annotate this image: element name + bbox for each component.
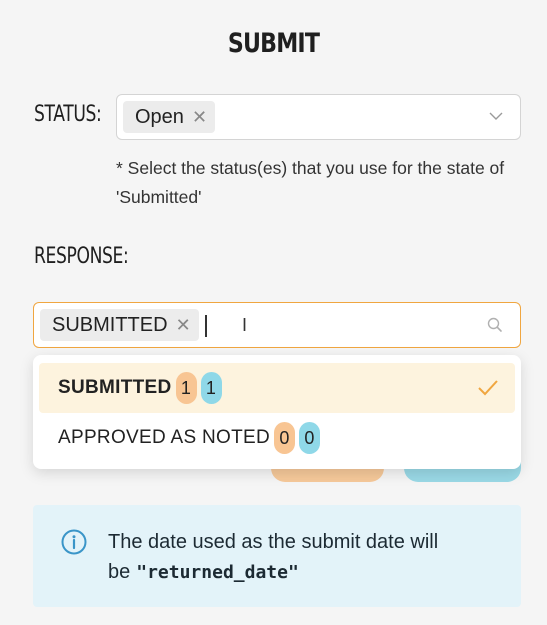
chevron-down-icon[interactable] — [488, 108, 504, 124]
dropdown-option-submitted[interactable]: SUBMITTED 1 1 — [39, 363, 515, 413]
close-icon[interactable]: ✕ — [192, 108, 207, 126]
option-label: SUBMITTED — [58, 377, 172, 398]
count-badge: 1 — [175, 372, 197, 404]
response-dropdown: SUBMITTED 1 1 APPROVED AS NOTED 0 0 — [33, 355, 521, 469]
text-caret — [205, 315, 207, 337]
status-label: STATUS: — [34, 102, 102, 127]
response-tag: SUBMITTED ✕ — [40, 309, 199, 341]
search-icon — [487, 317, 502, 332]
count-badge: 1 — [200, 372, 222, 404]
text-cursor-icon: I — [242, 315, 248, 335]
info-field-name: "returned_date" — [136, 562, 299, 583]
info-icon — [61, 529, 87, 555]
close-icon[interactable]: ✕ — [176, 316, 191, 334]
status-select[interactable]: Open ✕ — [116, 94, 521, 140]
status-tag-label: Open — [135, 105, 184, 128]
status-hint: * Select the status(es) that you use for… — [116, 158, 505, 207]
status-tag: Open ✕ — [123, 101, 216, 133]
response-select[interactable]: SUBMITTED ✕ I — [33, 302, 521, 348]
option-label: APPROVED AS NOTED — [58, 427, 271, 448]
count-badge: 0 — [299, 422, 321, 454]
info-text: The date used as the submit date will be… — [108, 527, 508, 588]
count-badge: 0 — [274, 422, 296, 454]
info-alert: The date used as the submit date will be… — [33, 505, 521, 607]
dropdown-option-approved-as-noted[interactable]: APPROVED AS NOTED 0 0 — [39, 413, 515, 463]
check-icon — [478, 380, 498, 396]
response-label: RESPONSE: — [34, 244, 129, 269]
response-tag-label: SUBMITTED — [52, 313, 168, 336]
page-title: SUBMIT — [227, 28, 320, 59]
